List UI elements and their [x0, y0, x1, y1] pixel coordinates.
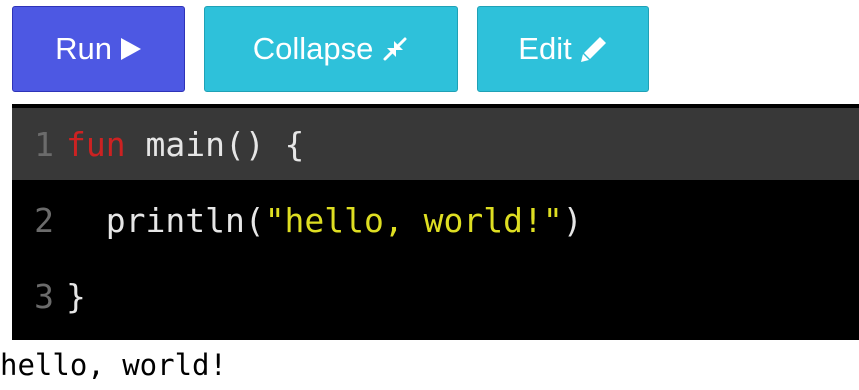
collapse-button-label: Collapse: [252, 31, 374, 66]
string-token: "hello, world!": [264, 200, 563, 240]
edit-button[interactable]: Edit: [477, 6, 649, 92]
program-output: hello, world!: [0, 348, 227, 382]
edit-button-label: Edit: [518, 31, 572, 66]
code-line[interactable]: 2 println("hello, world!"): [12, 184, 859, 256]
code-text: main() {: [125, 124, 305, 164]
pencil-icon: [580, 35, 608, 63]
code-line[interactable]: 3}: [12, 260, 859, 332]
code-text: }: [66, 276, 86, 316]
compress-icon: [381, 35, 409, 63]
play-icon: [120, 37, 142, 61]
collapse-button[interactable]: Collapse: [204, 6, 458, 92]
line-number: 2: [34, 200, 54, 240]
code-editor[interactable]: 1 fun main() { 2 println("hello, world!")…: [12, 104, 859, 340]
line-number: 3: [34, 276, 54, 316]
code-text: println(: [66, 200, 265, 240]
line-number: 1: [34, 124, 54, 164]
keyword-token: fun: [66, 124, 126, 164]
code-line[interactable]: 1 fun main() {: [12, 108, 859, 180]
toolbar: Run Collapse Edit: [12, 6, 649, 94]
code-text: ): [562, 200, 583, 240]
run-button-label: Run: [55, 31, 112, 66]
code-runner-page: Run Collapse Edit 1 fun main() {2 print…: [0, 0, 859, 390]
run-button[interactable]: Run: [12, 6, 185, 92]
